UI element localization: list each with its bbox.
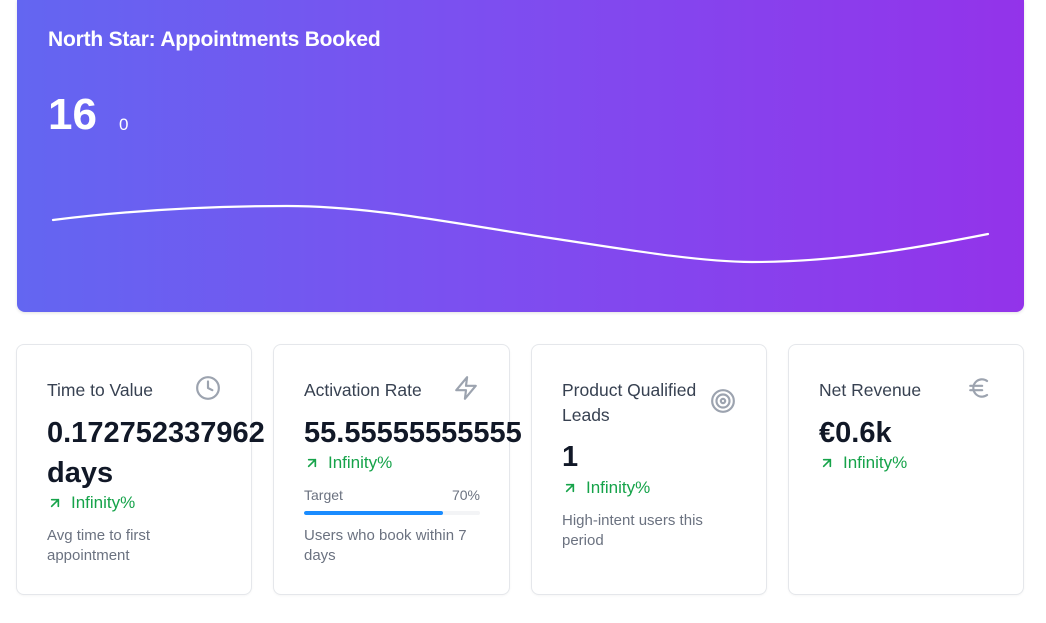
north-star-delta: 0 — [119, 115, 129, 134]
trend-indicator: Infinity% — [304, 453, 392, 473]
zap-icon — [453, 375, 479, 401]
trend-value: Infinity% — [328, 453, 393, 472]
card-description: High-intent users this period — [562, 512, 703, 549]
card-value: 0.172752337962 days — [47, 413, 265, 493]
trend-indicator: Infinity% — [819, 453, 907, 473]
north-star-title: North Star: Appointments Booked — [48, 28, 381, 51]
card-description: Users who book within 7 days — [304, 527, 467, 564]
card-value: 1 — [562, 441, 579, 473]
card-value-line2: days — [47, 457, 114, 489]
card-title: Net Revenue — [819, 380, 922, 400]
kpi-card-activation-rate[interactable]: Activation Rate 55.55555555555 Infinity%… — [273, 344, 522, 595]
progress-bar — [304, 511, 480, 515]
trend-value: Infinity% — [843, 453, 908, 472]
clock-icon — [195, 375, 221, 401]
target-row: Target 70% — [304, 487, 480, 503]
sparkline-line — [51, 204, 990, 264]
north-star-card: North Star: Appointments Booked 16 0 — [17, 0, 1024, 312]
trend-indicator: Infinity% — [47, 493, 135, 513]
kpi-card-time-to-value[interactable]: Time to Value 0.172752337962 days Infini… — [16, 344, 265, 595]
trend-indicator: Infinity% — [562, 478, 650, 498]
arrow-up-right-icon — [307, 458, 317, 468]
arrow-up-right-icon — [50, 498, 60, 508]
euro-icon — [967, 375, 993, 401]
target-icon — [710, 388, 736, 414]
target-value: 70% — [451, 487, 480, 503]
target-label: Target — [304, 487, 343, 503]
kpi-card-product-qualified-leads[interactable]: Product Qualified Leads 1 Infinity% High… — [531, 344, 767, 595]
card-description: Avg time to first appointment — [47, 527, 151, 564]
card-title: Product Qualified Leads — [562, 380, 697, 425]
card-value: €0.6k — [819, 417, 892, 449]
trend-value: Infinity% — [586, 478, 651, 497]
arrow-up-right-icon — [565, 483, 575, 493]
card-value: 55.55555555555 — [304, 417, 522, 449]
card-title: Activation Rate — [304, 380, 422, 400]
kpi-card-net-revenue[interactable]: Net Revenue €0.6k Infinity% — [788, 344, 1024, 595]
north-star-value: 16 — [48, 90, 97, 139]
arrow-up-right-icon — [822, 458, 832, 468]
card-title: Time to Value — [47, 380, 154, 400]
trend-value: Infinity% — [71, 493, 136, 512]
card-value-line1: 0.172752337962 — [47, 417, 265, 449]
progress-fill — [304, 511, 444, 515]
